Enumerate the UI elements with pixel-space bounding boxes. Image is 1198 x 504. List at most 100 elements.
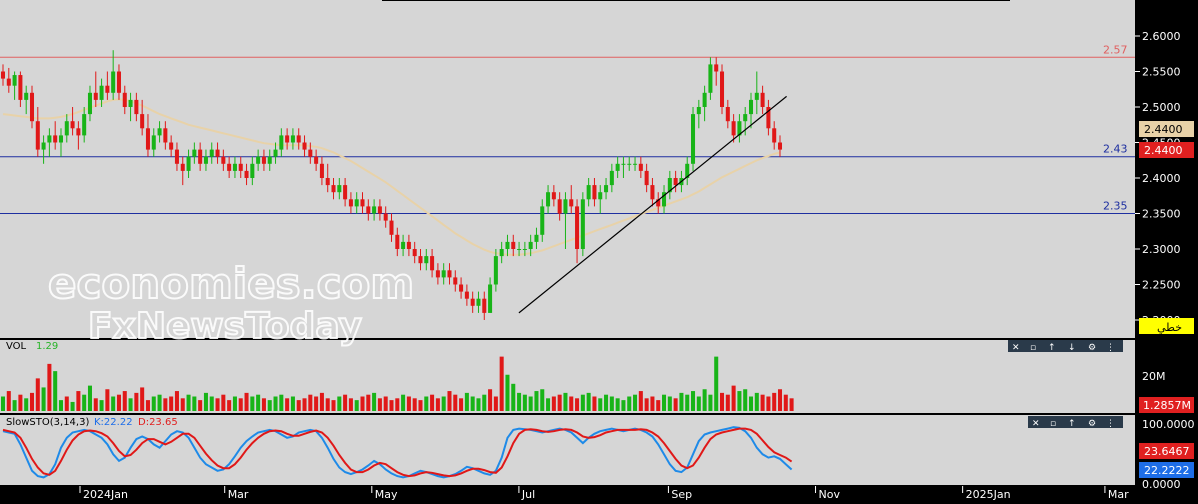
price-tick-label: 2.3500 xyxy=(1142,208,1181,221)
candle-body xyxy=(250,163,255,178)
candle-body xyxy=(586,185,591,200)
volume-bar xyxy=(256,394,261,411)
candle-body xyxy=(180,163,185,171)
volume-bar xyxy=(476,398,481,411)
window-icon[interactable]: ▫ xyxy=(1050,419,1056,429)
volume-bar xyxy=(604,394,609,411)
vol-value: 1.29 xyxy=(36,341,58,352)
candle-body xyxy=(447,270,452,278)
candle-body xyxy=(702,92,707,107)
gear-icon[interactable]: ⚙ xyxy=(1088,343,1096,353)
candle-body xyxy=(41,142,46,150)
candle-body xyxy=(476,298,481,306)
volume-bar xyxy=(169,396,174,411)
volume-bar xyxy=(273,396,278,411)
close-icon[interactable]: ✕ xyxy=(1012,343,1020,353)
volume-bar xyxy=(702,389,707,411)
candle-body xyxy=(238,163,243,171)
candle-body xyxy=(406,241,411,249)
watermark-fxnewstoday: FxNewsToday xyxy=(88,306,362,347)
volume-bar xyxy=(105,389,110,411)
volume-bar xyxy=(412,398,417,411)
candle-body xyxy=(186,156,191,171)
candle-body xyxy=(551,192,556,200)
volume-bar xyxy=(772,392,777,411)
candle-body xyxy=(772,128,777,143)
volume-bar xyxy=(279,394,284,411)
vol-panel-toolbar: ✕ ▫ ↑ ↓ ⚙ ⋮ xyxy=(1008,340,1123,353)
volume-bar xyxy=(0,396,6,411)
volume-bar xyxy=(447,391,452,411)
candle-body xyxy=(377,206,382,214)
ma-price-label: 2.4400 xyxy=(1144,123,1183,136)
volume-bar xyxy=(528,396,533,411)
volume-bar xyxy=(470,396,475,411)
volume-bar xyxy=(673,398,678,411)
volume-bar xyxy=(157,394,162,411)
candle-body xyxy=(47,135,52,143)
candle-body xyxy=(99,85,104,100)
volume-bar xyxy=(395,398,400,411)
candle-body xyxy=(760,92,765,107)
watermark-economies: economies.com xyxy=(48,259,414,308)
volume-bar xyxy=(540,389,545,411)
volume-bar xyxy=(401,394,406,411)
candle-body xyxy=(215,149,220,157)
volume-bar xyxy=(563,392,568,411)
volume-bar xyxy=(47,363,52,411)
candle-body xyxy=(748,99,754,115)
x-tick-label: May xyxy=(375,488,398,501)
down-arrow-icon[interactable]: ↓ xyxy=(1068,343,1076,353)
candle-body xyxy=(111,71,116,93)
candle-body xyxy=(459,284,464,292)
volume-bar xyxy=(64,396,69,411)
volume-bar xyxy=(82,394,87,411)
candle-body xyxy=(360,199,365,207)
volume-bar xyxy=(592,396,597,411)
candle-body xyxy=(256,156,261,164)
volume-bar xyxy=(186,394,191,411)
volume-bar xyxy=(777,389,783,411)
candle-body xyxy=(285,135,290,143)
stoch-d-last: 23.6467 xyxy=(1144,445,1190,458)
up-arrow-icon[interactable]: ↑ xyxy=(1048,343,1056,353)
candle-body xyxy=(453,277,458,285)
close-icon[interactable]: ✕ xyxy=(1032,419,1040,429)
volume-bar xyxy=(754,392,759,411)
menu-icon[interactable]: ⋮ xyxy=(1106,419,1115,429)
candle-body xyxy=(308,149,313,157)
candle-body xyxy=(331,185,336,193)
candle-body xyxy=(354,199,359,207)
candle-body xyxy=(145,128,150,150)
up-arrow-icon[interactable]: ↑ xyxy=(1068,419,1076,429)
volume-bar xyxy=(691,391,696,411)
candle-body xyxy=(720,71,725,107)
volume-bar xyxy=(244,392,249,411)
candle-body xyxy=(337,185,342,193)
volume-bar xyxy=(656,400,661,411)
gear-icon[interactable]: ⚙ xyxy=(1088,419,1096,429)
volume-bar xyxy=(482,394,487,411)
vol-last-label: 1.2857M xyxy=(1143,399,1191,412)
volume-bar xyxy=(714,356,719,411)
candle-body xyxy=(151,135,156,150)
volume-bar xyxy=(250,396,255,411)
volume-bar xyxy=(557,394,562,411)
menu-icon[interactable]: ⋮ xyxy=(1106,343,1115,353)
candle-body xyxy=(441,270,446,278)
candle-body xyxy=(592,185,597,200)
window-icon[interactable]: ▫ xyxy=(1030,343,1036,353)
candle-body xyxy=(621,163,626,165)
candle-body xyxy=(470,298,475,306)
volume-bar xyxy=(517,392,522,411)
candle-body xyxy=(546,192,551,207)
volume-bar xyxy=(296,400,301,411)
candle-body xyxy=(534,234,539,242)
volume-bar xyxy=(76,391,81,411)
stoch-label: SlowSTO(3,14,3) xyxy=(6,417,89,428)
candle-body xyxy=(140,114,145,129)
volume-bar xyxy=(708,394,713,411)
volume-bar xyxy=(430,394,435,411)
candle-body xyxy=(372,206,377,214)
candle-body xyxy=(743,114,748,122)
